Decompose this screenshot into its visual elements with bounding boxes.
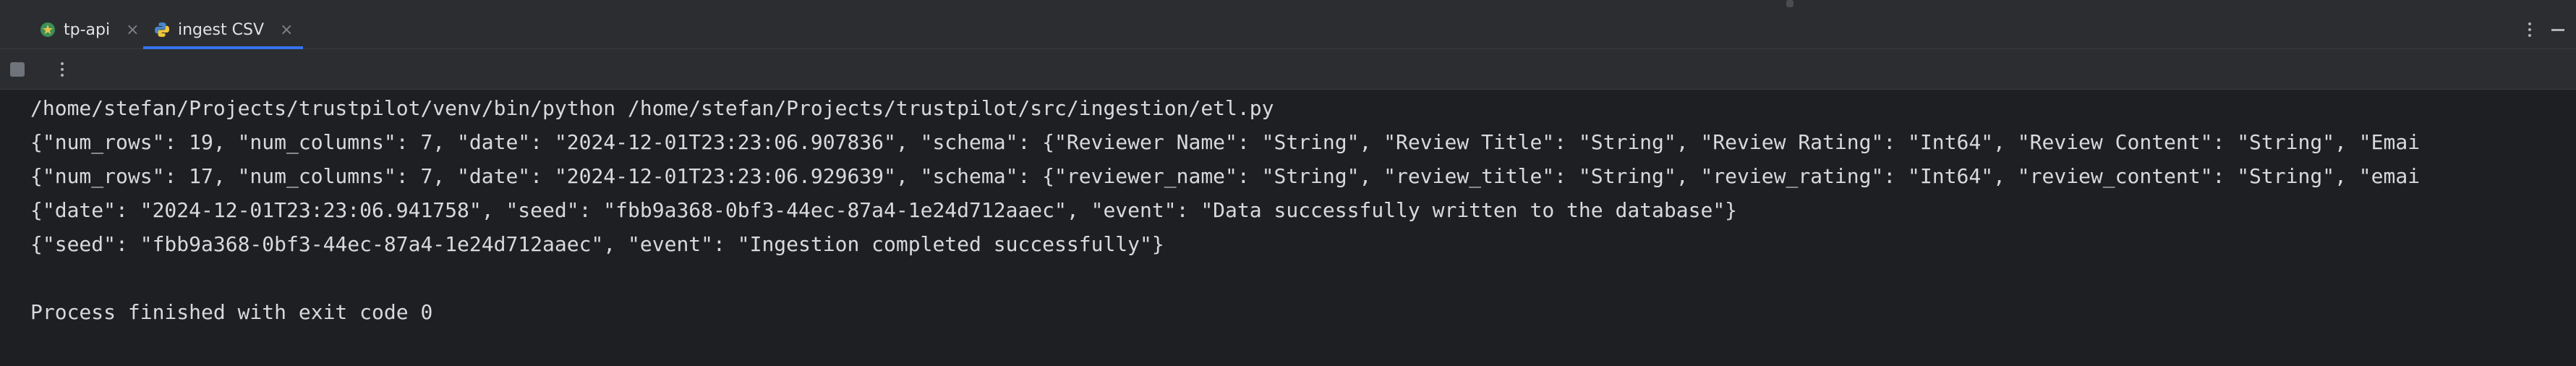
run-toolbar	[0, 49, 2576, 90]
console-line: {"date": "2024-12-01T23:23:06.941758", "…	[30, 198, 1738, 222]
console-line: {"seed": "fbb9a368-0bf3-44ec-87a4-1e24d7…	[30, 232, 1164, 256]
close-icon[interactable]: ×	[280, 21, 293, 39]
run-tab-bar: tp-api × ingest CSV ×	[0, 10, 2576, 49]
star-icon	[40, 22, 55, 37]
console-output[interactable]: /home/stefan/Projects/trustpilot/venv/bi…	[0, 90, 2576, 366]
tab-label: tp-api	[64, 20, 111, 39]
console-line: {"num_rows": 17, "num_columns": 7, "date…	[30, 164, 2421, 188]
python-icon	[155, 22, 169, 37]
console-line: /home/stefan/Projects/trustpilot/venv/bi…	[30, 96, 1274, 120]
close-icon[interactable]: ×	[126, 21, 139, 39]
top-strip	[0, 0, 2576, 10]
exit-status-line: Process finished with exit code 0	[30, 300, 433, 324]
more-options-icon[interactable]	[2522, 19, 2537, 41]
tab-label: ingest CSV	[178, 20, 265, 39]
stop-icon[interactable]	[10, 62, 25, 77]
minimize-icon[interactable]	[2551, 29, 2564, 31]
more-options-icon[interactable]	[55, 59, 69, 80]
horizontal-scroll-thumb[interactable]	[1786, 0, 1794, 7]
console-line: {"num_rows": 19, "num_columns": 7, "date…	[30, 130, 2421, 154]
tab-ingest-csv[interactable]: ingest CSV ×	[143, 10, 304, 49]
tab-tp-api[interactable]: tp-api ×	[29, 10, 150, 49]
